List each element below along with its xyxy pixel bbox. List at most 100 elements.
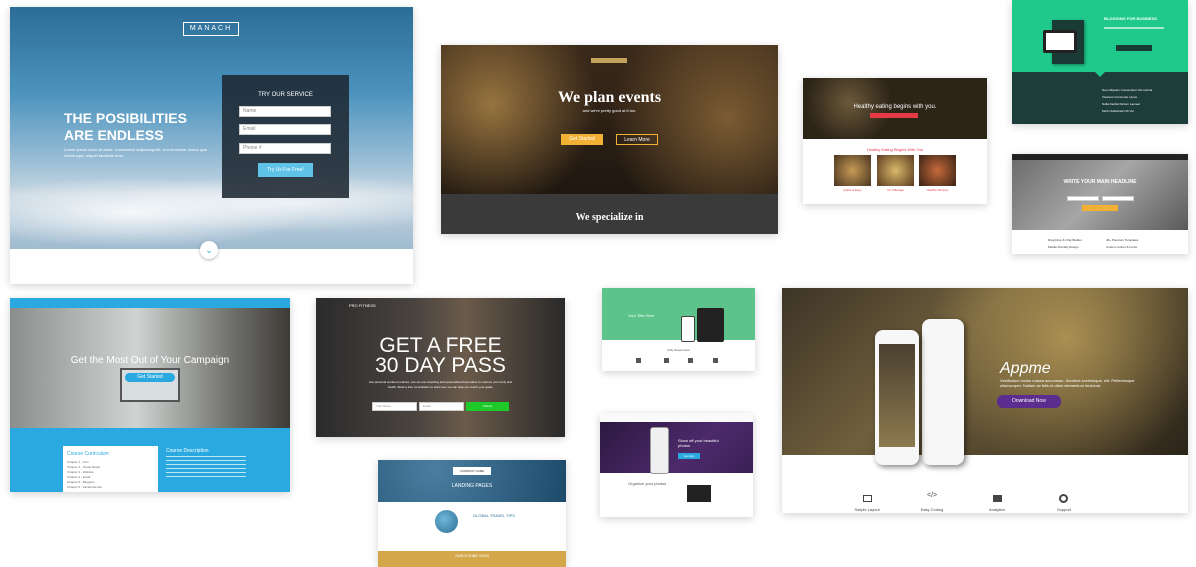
laptop-feature-3: Mobile Friendly Design [1048, 245, 1079, 249]
curriculum-panel: Course Curriculum Chapter 1 - Intro Chap… [63, 446, 158, 492]
feature-label: Support [1056, 507, 1071, 512]
events-footer: We specialize in [441, 194, 778, 234]
fitness-brand: PRO FITNESS [349, 303, 376, 308]
tablet-device [697, 308, 724, 342]
food-item-label: On A Budget [887, 188, 904, 192]
ebook-bullet-2: Vivamus Commodo Lacus [1102, 95, 1137, 99]
laptop-feature-2: 46+ Premium Templates [1106, 238, 1139, 242]
feature-label: Simple Layout [854, 507, 880, 512]
food-item-label: Healthy Recipes [926, 188, 949, 192]
template-card-photo-app[interactable]: Show off your beautiful photos Get App O… [600, 413, 753, 517]
template-card-appme[interactable]: Appme Vestibulum luctus massa accumsan, … [782, 288, 1188, 513]
appme-hero [782, 288, 1188, 455]
laptop-feature-1: Drag Drop & Only Builder [1048, 238, 1082, 242]
template-card-campaign[interactable]: Get the Most Out of Your Campaign Get St… [10, 298, 290, 492]
hero-headline-2: ARE ENDLESS [64, 127, 164, 143]
appme-body: Vestibulum luctus massa accumsan, tincid… [1000, 378, 1135, 388]
food-item-image [919, 155, 956, 186]
fitness-submit-button[interactable]: Submit [466, 402, 509, 411]
template-card-travel[interactable]: COMPANY NAME LANDING PAGES GLOBAL TRAVEL… [378, 460, 566, 567]
camera-image [687, 485, 711, 502]
photo-topbar [600, 413, 753, 422]
appme-brand: Appme [1000, 360, 1051, 377]
download-button[interactable]: Download Now [997, 395, 1061, 408]
events-subtitle: and we're pretty good at it too. [582, 108, 637, 113]
photo-section-title: Organize your photos [628, 481, 667, 486]
template-card-food[interactable]: Healthy eating begins with you. Healthy … [803, 78, 987, 204]
food-item-image [834, 155, 871, 186]
ebook-title: BLOGGING FOR BUSINESS [1104, 16, 1157, 21]
ebook-cta-button[interactable] [1116, 45, 1152, 51]
brand-logo[interactable]: MANACH [183, 22, 239, 36]
chapter-item[interactable]: Chapter 4 - Email [67, 475, 90, 479]
subscribe-label[interactable]: SUBSCRIBE NOW [378, 553, 566, 558]
food-section-title: Healthy Eating Begins With You [866, 147, 924, 152]
travel-title: LANDING PAGES [451, 483, 493, 489]
laptop-name-input[interactable] [1067, 196, 1099, 201]
description-title: Course Description [166, 448, 209, 454]
scroll-down-icon[interactable]: ⌄ [200, 241, 218, 259]
events-logo-icon [591, 58, 627, 63]
feature-icon [664, 358, 669, 363]
chapter-item[interactable]: Chapter 6 - Facebook Ads [67, 485, 102, 489]
phone-device-back [922, 319, 964, 465]
travel-footer: SUBSCRIBE NOW [378, 551, 566, 567]
ebook-body [1012, 72, 1188, 124]
fitness-email-input[interactable]: Email [419, 402, 464, 411]
events-hero [441, 45, 778, 194]
cloud-layer [10, 157, 413, 249]
hero-headline-1: THE POSIBILITIES [64, 110, 187, 126]
laptop-hero [1012, 154, 1188, 230]
description-lines [166, 456, 246, 478]
food-cta-button[interactable] [870, 113, 918, 118]
ebook-bullet-1: Nam Aliquam Consectetur Vel Lacinia [1102, 88, 1153, 92]
travel-badge: COMPANY NAME [453, 467, 491, 475]
template-card-fitness[interactable]: PRO FITNESS GET A FREE 30 DAY PASS Get p… [316, 298, 565, 437]
support-icon [1059, 494, 1068, 503]
template-card-ebook[interactable]: BLOGGING FOR BUSINESS Nam Aliquam Consec… [1012, 0, 1188, 124]
mobile-hero [602, 288, 755, 340]
phone-input[interactable]: Phone # [239, 143, 331, 154]
template-card-manach[interactable]: MANACH THE POSIBILITIES ARE ENDLESS Lore… [10, 7, 413, 284]
mobile-section-title: Fully Responsive [667, 348, 690, 352]
campaign-cta-button[interactable]: Get Started [125, 373, 175, 382]
ebook-bullet-4: Morbi Sollicitudin Mi Vel [1102, 109, 1134, 113]
ebook-pointer [1095, 72, 1105, 77]
food-item-image [877, 155, 914, 186]
campaign-headline: Get the Most Out of Your Campaign [70, 355, 230, 366]
template-card-laptop[interactable]: WRITE YOUR MAIN HEADLINE Drag Drop & Onl… [1012, 154, 1188, 254]
laptop-email-input[interactable] [1102, 196, 1134, 201]
feature-label: Analytics [988, 507, 1005, 512]
get-app-button[interactable]: Get App [678, 453, 700, 459]
chapter-item[interactable]: Chapter 5 - Bloggers [67, 480, 95, 484]
chapter-item[interactable]: Chapter 3 - Website [67, 470, 94, 474]
laptop-cta-button[interactable] [1082, 205, 1118, 211]
chapter-item[interactable]: Chapter 2 - Social Media [67, 465, 100, 469]
photo-headline: Show off your beautiful photos [678, 438, 719, 448]
try-free-button[interactable]: Try Us For Free! [258, 163, 313, 177]
fitness-name-input[interactable]: Your Name [372, 402, 417, 411]
feature-icon [688, 358, 693, 363]
name-input[interactable]: Name [239, 106, 331, 117]
template-card-events[interactable]: We plan events and we're pretty good at … [441, 45, 778, 234]
fitness-headline-2: 30 DAY PASS [375, 354, 506, 377]
laptop-feature-4: Custom Colors & Fonts [1106, 245, 1138, 249]
code-icon: </> [927, 492, 938, 499]
signup-form: TRY OUR SERVICE Name Email Phone # Try U… [222, 75, 349, 198]
ebook-hero [1012, 0, 1188, 72]
ebook-bullet-3: Nulla Facilisi Dictum Laoreet [1102, 102, 1141, 106]
feature-icon [636, 358, 641, 363]
photo-hero [600, 422, 753, 473]
feature-icon [713, 358, 718, 363]
get-started-button[interactable]: Get Started [561, 134, 603, 145]
template-card-mobile-app[interactable]: Your Title Here Fully Responsive [602, 288, 755, 371]
learn-more-button[interactable]: Learn More [616, 134, 658, 145]
campaign-topbar [10, 298, 290, 308]
chapter-item[interactable]: Chapter 1 - Intro [67, 460, 89, 464]
email-input[interactable]: Email [239, 124, 331, 135]
globe-image [435, 510, 458, 533]
curriculum-title: Course Curriculum [67, 451, 109, 457]
feature-label: Easy Coding [920, 507, 944, 512]
simple-layout-icon [863, 495, 872, 502]
events-title: We plan events [557, 89, 662, 106]
